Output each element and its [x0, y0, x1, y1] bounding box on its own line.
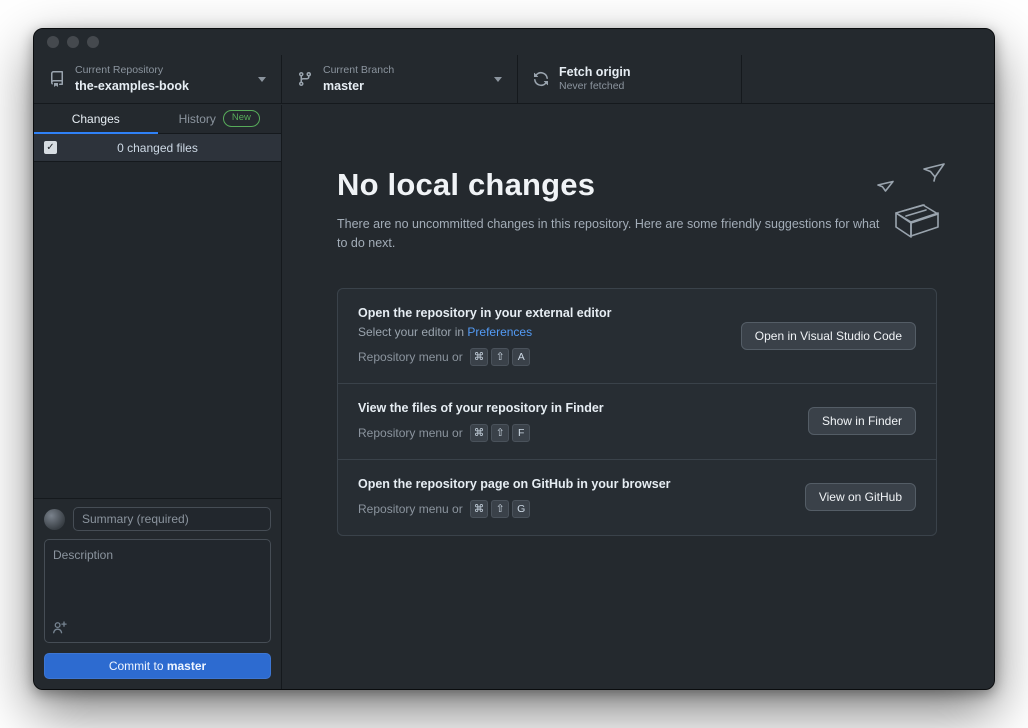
main-content: No local changes There are no uncommitte…	[282, 105, 994, 689]
repository-selector[interactable]: Current Repository the-examples-book	[34, 55, 282, 103]
cmd-key: ⌘	[470, 348, 489, 366]
sidebar-tabs: Changes History New	[34, 105, 281, 134]
commit-area: Commit to master	[34, 498, 281, 689]
add-coauthor-icon[interactable]	[52, 620, 67, 635]
branch-icon	[297, 71, 313, 87]
changed-files-header: 0 changed files	[34, 134, 281, 162]
shift-key: ⇧	[491, 424, 509, 442]
shortcut-text: Repository menu or	[358, 502, 463, 516]
open-in-editor-button[interactable]: Open in Visual Studio Code	[741, 322, 916, 350]
shift-key: ⇧	[491, 500, 509, 518]
sidebar: Changes History New 0 changed files	[34, 105, 282, 689]
suggestion-view-github: Open the repository page on GitHub in yo…	[338, 460, 936, 535]
minimize-button[interactable]	[67, 36, 79, 48]
suggestion-title: Open the repository in your external edi…	[358, 306, 612, 320]
description-input[interactable]	[44, 539, 271, 643]
paper-airplane-illustration	[840, 161, 952, 254]
cmd-key: ⌘	[470, 424, 489, 442]
cmd-key: ⌘	[470, 500, 489, 518]
repo-icon	[49, 71, 65, 87]
titlebar	[34, 29, 994, 55]
tab-history-label: History	[179, 112, 216, 126]
tab-history[interactable]: History New	[158, 105, 282, 134]
branch-selector-label: Current Branch	[323, 64, 394, 78]
select-all-checkbox[interactable]	[44, 141, 57, 154]
traffic-lights	[47, 36, 99, 48]
preferences-link[interactable]: Preferences	[467, 325, 532, 339]
chevron-down-icon	[494, 77, 502, 82]
suggestion-show-finder: View the files of your repository in Fin…	[338, 384, 936, 460]
changed-files-summary: 0 changed files	[117, 141, 198, 155]
shortcut-text: Repository menu or	[358, 426, 463, 440]
shift-key: ⇧	[491, 348, 509, 366]
suggestions-card: Open the repository in your external edi…	[337, 288, 937, 536]
fetch-origin-status: Never fetched	[559, 80, 631, 94]
letter-key: A	[512, 348, 530, 366]
new-badge: New	[223, 110, 260, 126]
commit-button-branch: master	[167, 659, 206, 673]
repo-selector-label: Current Repository	[75, 64, 189, 78]
branch-selector-value: master	[323, 78, 394, 94]
letter-key: F	[512, 424, 530, 442]
branch-selector[interactable]: Current Branch master	[282, 55, 518, 103]
suggestion-line2: Select your editor in	[358, 325, 467, 339]
file-list	[34, 162, 281, 498]
tab-changes[interactable]: Changes	[34, 105, 158, 134]
sync-icon	[533, 71, 549, 87]
chevron-down-icon	[258, 77, 266, 82]
tab-changes-label: Changes	[72, 112, 120, 126]
zoom-button[interactable]	[87, 36, 99, 48]
commit-button-prefix: Commit to	[109, 659, 167, 673]
letter-key: G	[512, 500, 530, 518]
app-window: Current Repository the-examples-book Cur…	[33, 28, 995, 690]
show-in-finder-button[interactable]: Show in Finder	[808, 407, 916, 435]
view-on-github-button[interactable]: View on GitHub	[805, 483, 916, 511]
toolbar: Current Repository the-examples-book Cur…	[34, 55, 994, 104]
page-subtitle: There are no uncommitted changes in this…	[337, 215, 882, 254]
commit-button[interactable]: Commit to master	[44, 653, 271, 679]
summary-input[interactable]	[73, 507, 271, 531]
close-button[interactable]	[47, 36, 59, 48]
suggestion-title: View the files of your repository in Fin…	[358, 401, 604, 415]
suggestion-title: Open the repository page on GitHub in yo…	[358, 477, 671, 491]
suggestion-open-editor: Open the repository in your external edi…	[338, 289, 936, 384]
repo-selector-value: the-examples-book	[75, 78, 189, 94]
shortcut-text: Repository menu or	[358, 350, 463, 364]
fetch-origin-button[interactable]: Fetch origin Never fetched	[518, 55, 742, 103]
avatar	[44, 509, 65, 530]
fetch-origin-label: Fetch origin	[559, 64, 631, 80]
